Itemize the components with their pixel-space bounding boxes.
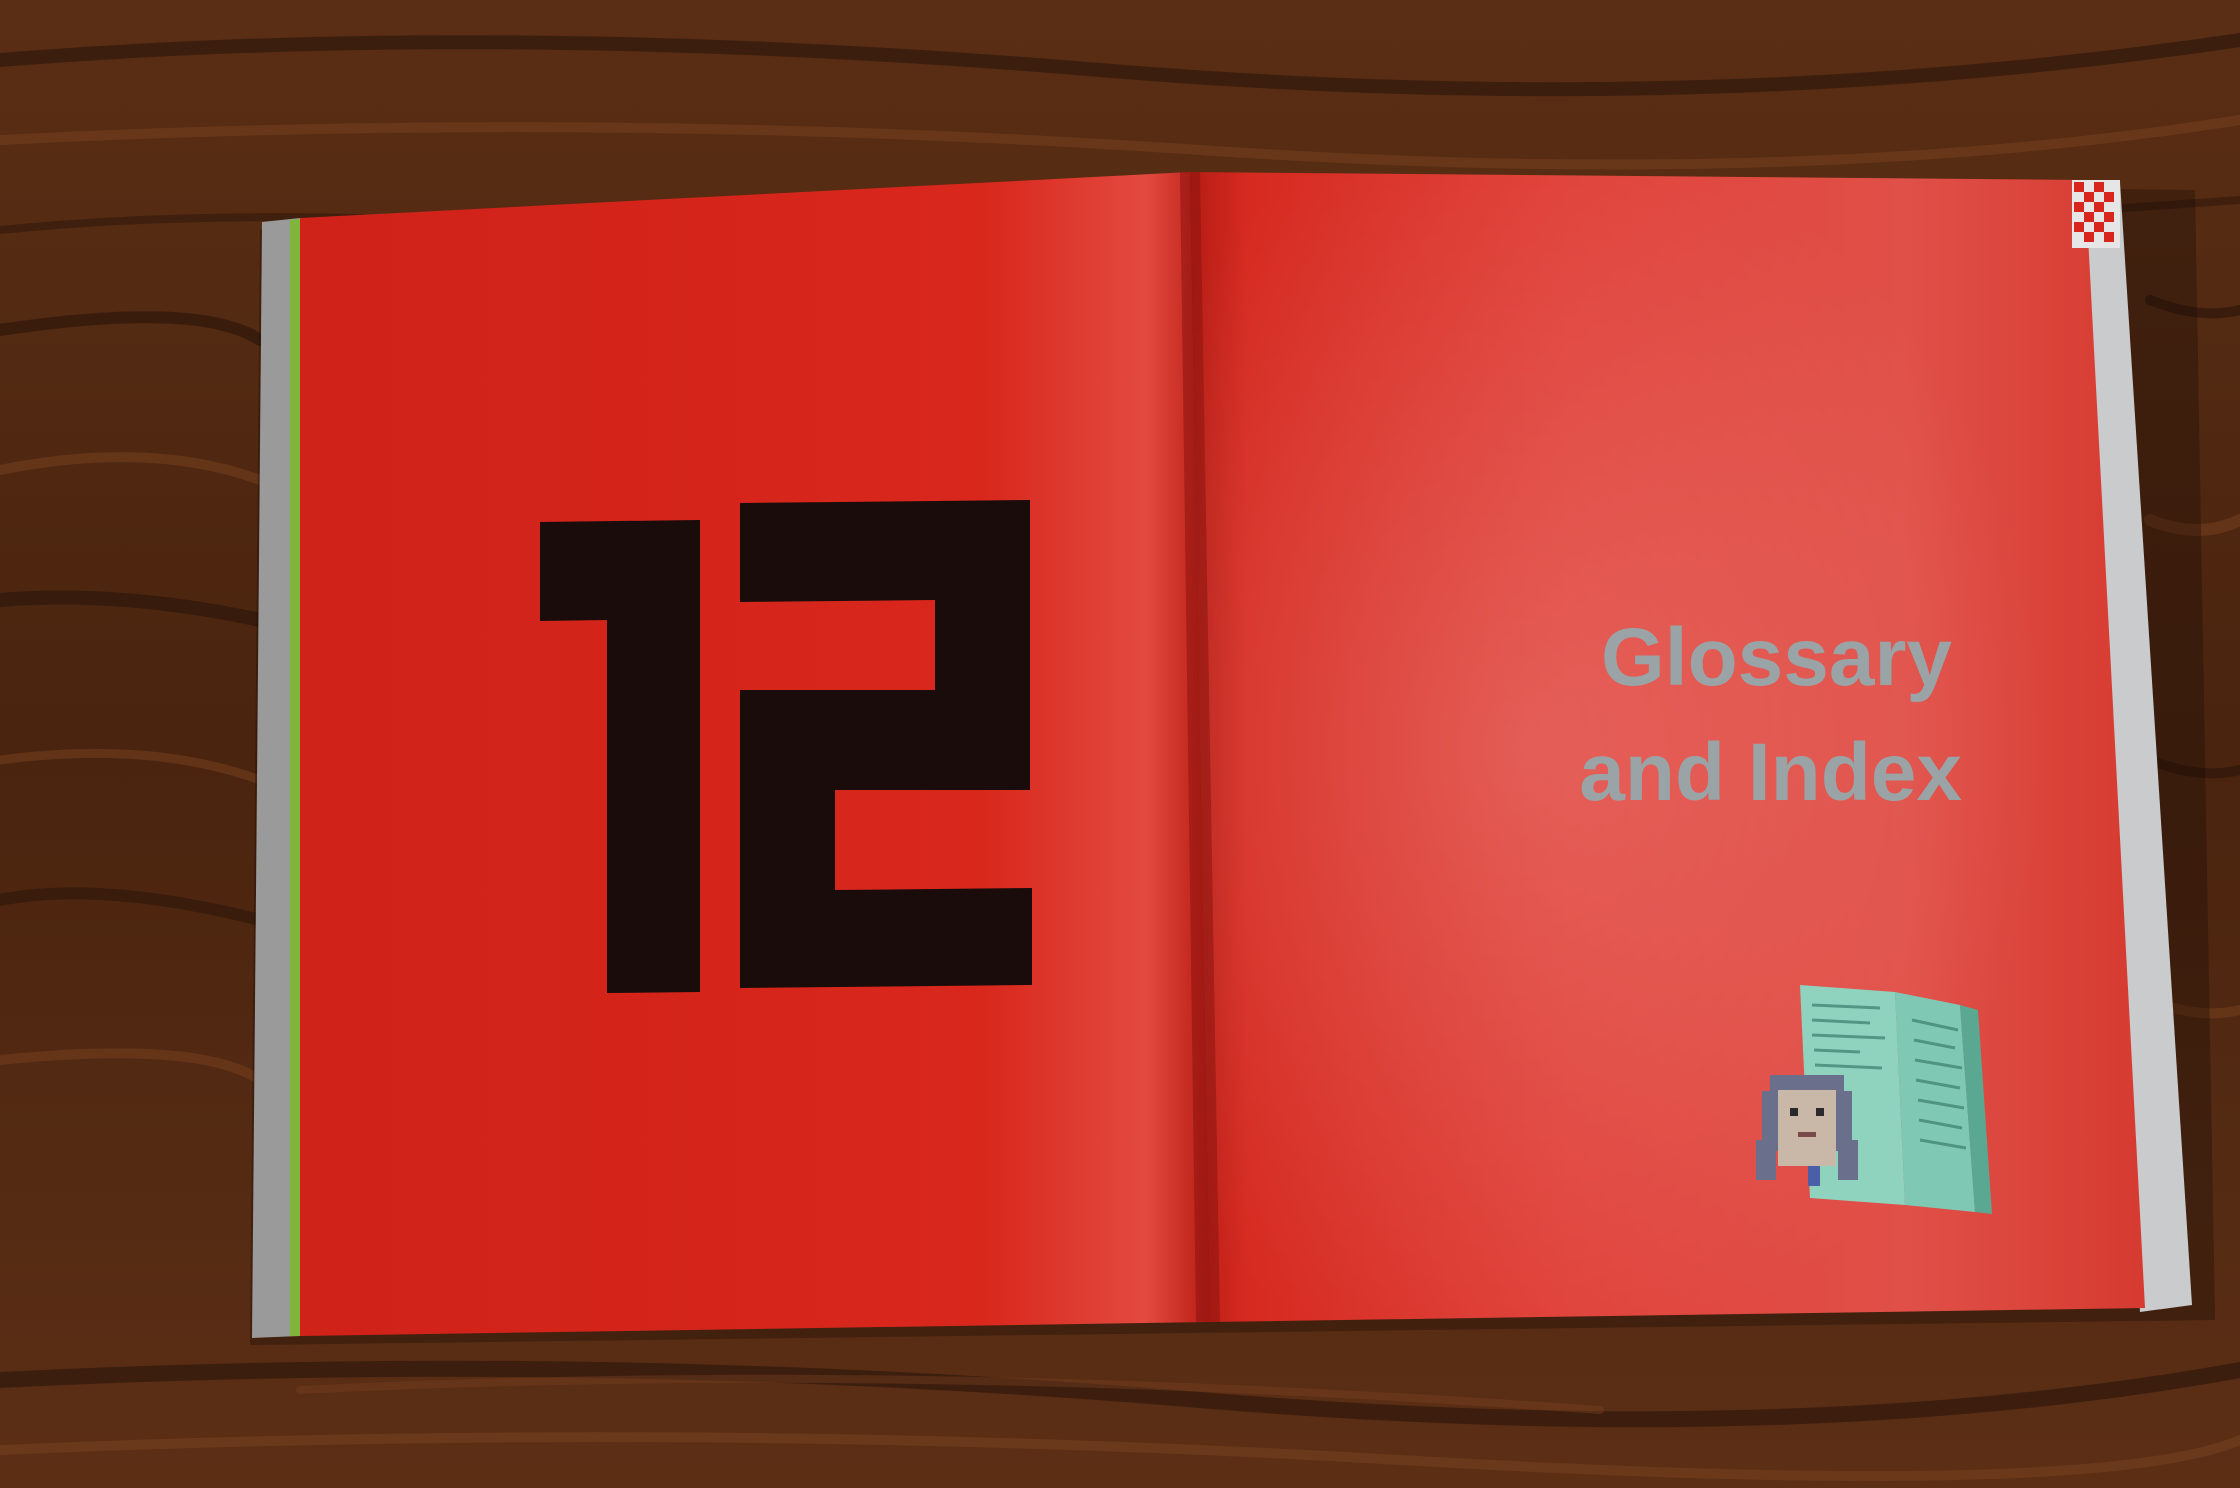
chapter-title-line-1: Glossary bbox=[1601, 612, 1952, 703]
chapter-number-12-graphic bbox=[540, 500, 1032, 993]
photo-scene: Glossary and Index 12 bbox=[0, 0, 2240, 1488]
page-edges-green-stripe bbox=[290, 219, 300, 1336]
chapter-title-line-2: and Index bbox=[1579, 727, 1962, 818]
checkered-corner-tab-icon bbox=[2072, 180, 2120, 248]
